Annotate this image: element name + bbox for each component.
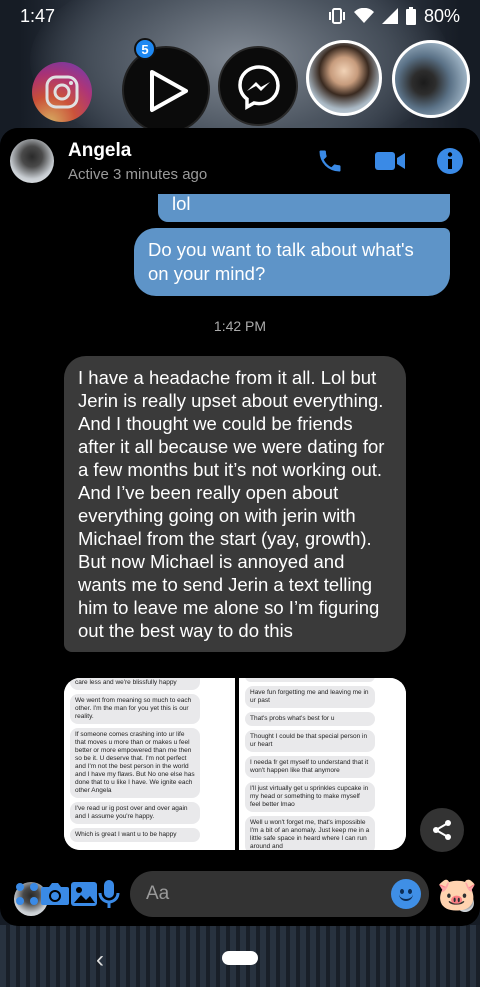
voice-button[interactable] [98,870,120,918]
screenshot-bubble: care less and we're blissfully happy [70,678,200,690]
chat-head-contact[interactable] [392,40,470,118]
info-icon[interactable] [436,147,464,175]
status-bar: 1:47 80% [0,0,480,32]
mic-icon [98,880,120,908]
screenshot-bubble: Thought I could be that special person i… [245,730,375,752]
home-pill[interactable] [222,951,258,965]
gallery-icon [71,882,97,906]
wifi-icon [353,8,374,23]
pig-sticker-icon[interactable]: 🐷 [437,870,477,918]
emoji-icon[interactable] [391,879,421,909]
message-input-box[interactable] [130,871,429,917]
chat-head-angela[interactable] [306,40,382,116]
screenshot-bubble-cut [245,678,375,682]
message-timestamp: 1:42 PM [213,318,267,334]
screenshot-bubble: I'll just virtually get u sprinkles cupc… [245,782,375,812]
unread-badge: 5 [134,38,156,60]
chat-heads: 5 [0,38,480,134]
vibrate-icon [328,8,345,24]
share-icon [433,820,451,840]
battery-level: 80% [423,5,460,26]
messenger-icon [238,65,280,110]
chat-header: Angela Active 3 minutes ago [0,128,480,194]
play-icon [150,70,188,112]
shared-screenshots[interactable]: care less and we're blissfully happy We … [64,678,406,850]
camera-icon [41,883,69,905]
chat-head-video[interactable] [122,46,210,134]
video-icon[interactable] [374,147,406,175]
contact-info[interactable]: Angela Active 3 minutes ago [68,140,316,183]
share-button[interactable] [420,808,464,852]
gallery-button[interactable] [70,870,98,918]
chat-head-messenger[interactable] [218,46,298,126]
apps-button[interactable] [14,870,40,918]
screenshot-bubble: I needa fr get myself to understand that… [245,756,375,778]
navigation-bar: ‹ [0,940,480,987]
incoming-message[interactable]: I have a headache from it all. Lol but J… [64,356,406,652]
message-text: I have a headache from it all. Lol but J… [78,367,385,641]
header-actions [316,147,464,175]
phone-icon[interactable] [316,147,344,175]
apps-icon [16,883,38,905]
message-text: Do you want to talk about what's on your… [148,239,414,284]
screenshot-bubble: We went from meaning so much to each oth… [70,694,200,724]
back-icon[interactable]: ‹ [96,946,104,974]
message-composer: 🐷 [0,862,480,926]
signal-icon [381,8,398,24]
contact-status: Active 3 minutes ago [68,165,208,183]
screenshot-bubble: Which is great I want u to be happy [70,828,200,842]
camera-button[interactable] [40,870,70,918]
screenshot-bubble: Have fun forgetting me and leaving me in… [245,686,375,708]
battery-icon [405,7,416,25]
contact-avatar[interactable] [10,139,54,183]
screenshot-left[interactable]: care less and we're blissfully happy We … [64,678,231,850]
instagram-icon [45,75,79,109]
outgoing-message[interactable]: Do you want to talk about what's on your… [134,228,450,296]
screenshot-bubble: Well u won't forget me, that's impossibl… [245,816,375,850]
screenshot-bubble: I've read ur ig post over and over again… [70,802,200,824]
chat-head-instagram[interactable] [32,62,92,122]
screenshot-bubble: If someone comes crashing into ur life t… [70,728,200,798]
status-time: 1:47 [20,5,56,26]
contact-name: Angela [68,139,132,161]
message-text: lol [172,193,191,214]
chat-window: Angela Active 3 minutes ago lol Do you w… [0,128,480,926]
screenshot-right[interactable]: Have fun forgetting me and leaving me in… [235,678,406,850]
message-input[interactable] [146,883,391,905]
outgoing-message[interactable]: lol [158,193,450,222]
message-list[interactable]: lol Do you want to talk about what's on … [0,193,480,916]
screenshot-bubble: That's probs what's best for u [245,712,375,726]
status-icons: 80% [328,6,460,27]
